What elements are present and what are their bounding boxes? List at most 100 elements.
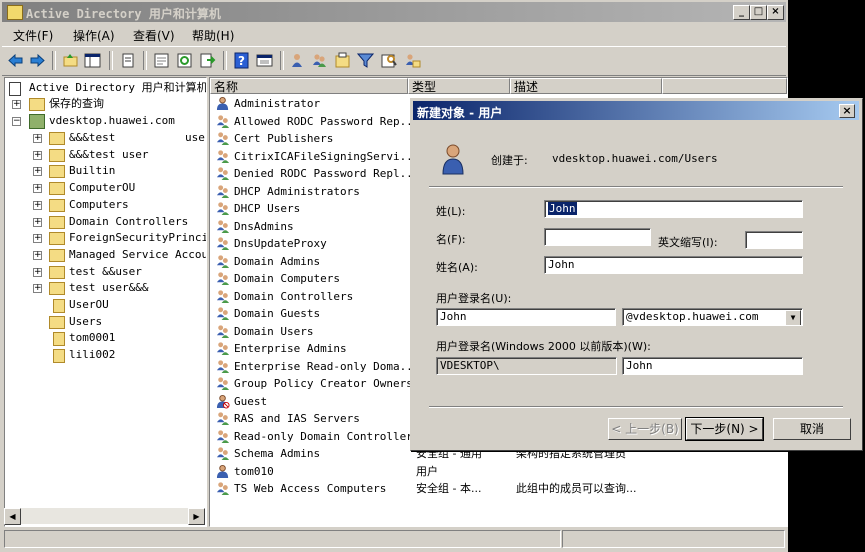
full-name-field[interactable]: John	[544, 256, 803, 274]
logon-name-field[interactable]: John	[436, 308, 616, 326]
folder-icon	[49, 198, 65, 212]
find-icon[interactable]	[381, 52, 398, 69]
help-icon[interactable]: ?	[233, 52, 250, 69]
list-cell-name: Domain Users	[234, 324, 314, 338]
toolbar-separator	[223, 51, 227, 70]
list-row[interactable]: TS Web Access Computers 安全组 - 本... 此组中的成员可…	[214, 480, 774, 497]
ou-icon	[53, 299, 65, 313]
maximize-button[interactable]: □	[750, 5, 767, 20]
group-icon	[216, 429, 230, 443]
minimize-button[interactable]: _	[733, 5, 750, 20]
group-icon	[216, 342, 230, 356]
main-title-bar[interactable]: Active Directory 用户和计算机 _ □ ×	[2, 2, 786, 22]
column-header-name[interactable]: 名称	[210, 78, 408, 94]
toolbar-separator	[52, 51, 56, 70]
expand-toggle[interactable]: +	[33, 184, 42, 194]
last-name-field[interactable]: John	[544, 200, 803, 218]
group-icon	[216, 447, 230, 461]
list-cell-type: 用户	[416, 464, 438, 478]
properties-icon[interactable]	[153, 52, 170, 69]
group-icon	[216, 324, 230, 338]
scroll-left-button[interactable]: ◀	[4, 508, 21, 525]
list-cell-name: Denied RODC Password Repl...	[234, 167, 420, 180]
group-icon	[216, 202, 230, 216]
back-button[interactable]: < 上一步(B)	[608, 418, 682, 440]
expand-toggle[interactable]: +	[33, 167, 42, 177]
console-icon[interactable]	[256, 52, 273, 69]
expand-toggle[interactable]: +	[33, 200, 42, 210]
group-icon	[216, 184, 230, 198]
new-ou-icon[interactable]	[334, 52, 351, 69]
expand-toggle[interactable]: +	[33, 284, 42, 294]
group-icon	[216, 289, 230, 303]
column-header-type[interactable]: 类型	[408, 78, 510, 94]
logon-name-label: 用户登录名(U):	[436, 292, 512, 305]
list-cell-name: Administrator	[234, 97, 321, 110]
toolbar-separator	[109, 51, 113, 70]
initials-field[interactable]	[745, 231, 803, 249]
folder-icon	[49, 265, 65, 279]
export-icon[interactable]	[199, 52, 216, 69]
next-button[interactable]: 下一步(N) >	[685, 417, 764, 441]
expand-toggle[interactable]: +	[33, 267, 42, 277]
menu-view[interactable]: 查看(V)	[133, 27, 175, 44]
group-icon	[216, 254, 230, 268]
filter-icon[interactable]	[357, 52, 374, 69]
new-group-icon[interactable]	[311, 52, 328, 69]
chevron-down-icon[interactable]: ▼	[785, 310, 801, 325]
tree-pane[interactable]: Active Directory 用户和计算机 + 保存的查询 − vdeskt…	[4, 77, 207, 527]
expand-toggle[interactable]: +	[12, 100, 21, 109]
tree-item-label: vdesktop.huawei.com	[49, 114, 175, 127]
show-tree-icon[interactable]	[84, 52, 101, 69]
folder-icon	[49, 215, 65, 229]
collapse-toggle[interactable]: −	[12, 117, 21, 126]
new-user-icon[interactable]	[289, 52, 306, 69]
back-arrow-icon[interactable]	[7, 52, 24, 69]
toolbar: ?	[2, 46, 786, 76]
new-user-dialog: 新建对象 - 用户 × 创建于: vdesktop.huawei.com/Use…	[410, 98, 863, 451]
ou-icon	[53, 349, 65, 364]
cancel-button[interactable]: 取消	[773, 418, 851, 440]
expand-toggle[interactable]: +	[33, 150, 42, 160]
tree-horizontal-scrollbar[interactable]: ◀ ▶	[4, 508, 205, 525]
expand-toggle[interactable]: +	[33, 250, 42, 260]
menu-help[interactable]: 帮助(H)	[192, 27, 234, 44]
list-cell-name: TS Web Access Computers	[234, 482, 387, 495]
tree-item-label: ComputerOU	[69, 181, 136, 195]
dialog-close-button[interactable]: ×	[839, 104, 855, 118]
menu-action[interactable]: 操作(A)	[73, 27, 115, 44]
expand-toggle[interactable]: +	[33, 134, 42, 143]
menu-file[interactable]: 文件(F)	[13, 27, 53, 44]
forward-arrow-icon[interactable]	[29, 52, 46, 69]
column-header-description[interactable]: 描述	[510, 78, 662, 94]
tree-item-label: UserOU	[69, 298, 109, 311]
scroll-right-button[interactable]: ▶	[188, 508, 205, 525]
first-name-field[interactable]	[544, 228, 651, 246]
tree-item-label: Builtin	[69, 164, 116, 178]
delegate-icon[interactable]	[404, 52, 421, 69]
up-folder-icon[interactable]	[62, 52, 79, 69]
close-button[interactable]: ×	[767, 5, 784, 20]
dialog-title-bar[interactable]: 新建对象 - 用户 ×	[413, 101, 859, 120]
group-icon	[216, 237, 230, 251]
first-name-label: 名(F):	[436, 233, 466, 246]
expand-toggle[interactable]: +	[33, 234, 42, 244]
list-cell-name: DHCP Users	[234, 202, 301, 215]
tree-item-overflow-text: use	[185, 131, 205, 144]
upn-suffix-select[interactable]: @vdesktop.huawei.com ▼	[622, 308, 803, 326]
refresh-icon[interactable]	[176, 52, 193, 69]
list-row[interactable]: tom010 用户	[214, 463, 774, 480]
group-icon	[216, 307, 230, 321]
list-cell-name: DHCP Administrators	[234, 184, 360, 198]
toolbar-separator	[280, 51, 284, 70]
pre2000-logon-field[interactable]: John	[622, 357, 803, 375]
expand-toggle[interactable]: +	[33, 217, 42, 227]
group-icon	[216, 167, 230, 181]
created-in-label: 创建于:	[491, 154, 528, 167]
group-icon	[216, 149, 230, 163]
status-panel	[4, 530, 561, 548]
svg-text:?: ?	[238, 54, 245, 68]
copy-icon[interactable]	[120, 52, 137, 69]
tree-item-label: &&&test user	[69, 147, 149, 161]
list-cell-name: Read-only Domain Controllers	[234, 429, 420, 443]
